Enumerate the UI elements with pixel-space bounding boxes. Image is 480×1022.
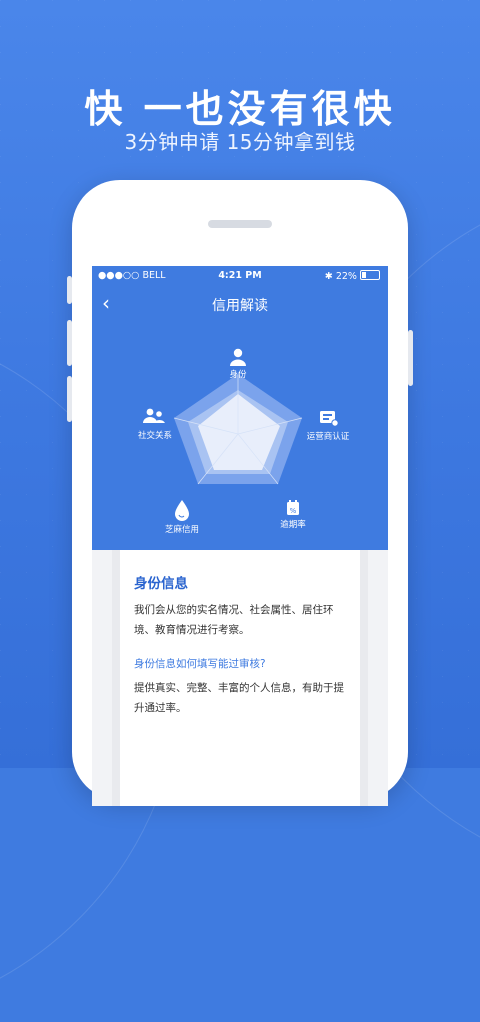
radar-axis-identity: 身份 <box>229 348 247 380</box>
phone-mockup: ●●●○○ BELL 4:21 PM ✱ 22% ‹ 信用解读 身份 运营商认证… <box>67 180 413 806</box>
phone-side-button <box>67 376 72 422</box>
radar-panel: 身份 运营商认证 % 逾期率 芝麻信用 社交关系 <box>92 322 388 550</box>
sesame-drop-icon <box>175 500 189 521</box>
phone-side-button <box>67 320 72 366</box>
phone-side-button <box>67 276 72 304</box>
overdue-calendar-icon: % <box>287 500 299 515</box>
radar-axis-label: 逾期率 <box>280 519 306 530</box>
social-people-icon <box>143 408 165 423</box>
radar-axis-label: 身份 <box>229 369 247 380</box>
page-title: 信用解读 <box>212 298 268 314</box>
promo-subline: 3分钟申请 15分钟拿到钱 <box>124 130 356 154</box>
card-answer: 提供真实、完整、丰富的个人信息，有助于提升通过率。 <box>134 682 344 714</box>
promo-headline: 快 一也没有很快 <box>84 87 396 131</box>
phone-side-button <box>408 330 413 386</box>
card-body: 我们会从您的实名情况、社会属性、居住环境、教育情况进行考察。 <box>134 604 334 636</box>
radar-axis-label: 运营商认证 <box>307 431 350 442</box>
person-icon <box>230 348 246 366</box>
battery-icon <box>360 270 380 280</box>
card-title: 身份信息 <box>134 576 188 592</box>
radar-axis-label: 芝麻信用 <box>165 524 199 535</box>
carrier-card-icon <box>320 411 339 427</box>
radar-axis-overdue: % 逾期率 <box>280 500 306 530</box>
battery-indicator: ✱ 22% <box>325 270 380 282</box>
radar-chart: 身份 运营商认证 % 逾期率 芝麻信用 社交关系 <box>138 348 350 535</box>
svg-text:%: % <box>290 507 297 515</box>
radar-axis-label: 社交关系 <box>138 430 172 441</box>
radar-axis-carrier: 运营商认证 <box>307 411 350 442</box>
phone-screen: ●●●○○ BELL 4:21 PM ✱ 22% ‹ 信用解读 身份 运营商认证… <box>92 266 388 806</box>
bluetooth-icon: ✱ <box>324 271 333 282</box>
battery-percent: 22% <box>335 271 357 282</box>
status-bar: ●●●○○ BELL 4:21 PM ✱ 22% <box>92 266 388 286</box>
navbar: ‹ 信用解读 <box>92 286 388 322</box>
phone-speaker <box>208 220 272 228</box>
radar-axis-social: 社交关系 <box>138 408 172 441</box>
card-question-link[interactable]: 身份信息如何填写能过审核? <box>134 656 352 671</box>
radar-axis-sesame: 芝麻信用 <box>165 500 199 535</box>
